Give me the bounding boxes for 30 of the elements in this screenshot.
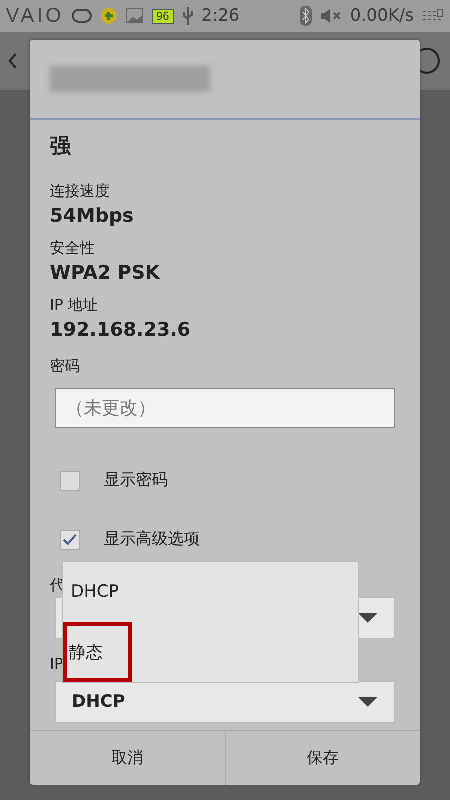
signal-strength-value: 强 <box>50 133 72 160</box>
password-field[interactable]: （未更改） <box>55 388 395 428</box>
sd-card-icon <box>422 9 444 23</box>
mute-icon <box>320 8 342 24</box>
password-label: 密码 <box>50 357 81 376</box>
clock: 2:26 <box>202 6 240 26</box>
dropdown-option[interactable]: 静态 <box>63 622 132 682</box>
network-speed: 0.00K/s <box>350 6 414 26</box>
dialog-button[interactable]: 保存 <box>224 731 420 785</box>
field-value: 54Mbps <box>50 205 135 227</box>
field-value: 192.168.23.6 <box>50 319 192 341</box>
checkbox[interactable] <box>60 470 80 490</box>
bluetooth-icon <box>300 6 312 26</box>
image-icon <box>126 8 144 24</box>
brand-logo: VAIO <box>6 4 64 28</box>
field-value: WPA2 PSK <box>50 262 162 284</box>
dialog-button[interactable]: 取消 <box>30 731 224 785</box>
field-label: IP 地址 <box>50 296 100 315</box>
checkbox[interactable] <box>60 530 80 550</box>
battery-indicator: 96 <box>152 8 174 24</box>
dropdown-arrow-icon <box>358 697 378 707</box>
field-label: 安全性 <box>50 239 96 258</box>
field-label: 连接速度 <box>50 182 111 201</box>
checkbox-label: 显示高级选项 <box>104 529 200 550</box>
back-icon[interactable] <box>8 52 18 70</box>
dropdown-option[interactable]: DHCP <box>63 562 358 622</box>
app-icon <box>100 7 118 25</box>
ip-settings-dropdown[interactable]: DHCP <box>55 681 395 723</box>
checkbox-label: 显示密码 <box>104 470 168 491</box>
dropdown-arrow-icon <box>358 613 378 623</box>
